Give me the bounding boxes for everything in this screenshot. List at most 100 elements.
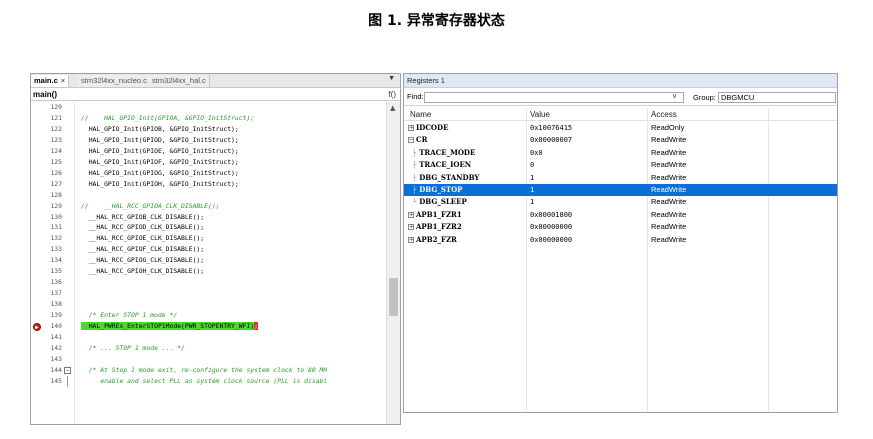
header-value[interactable]: Value <box>530 108 550 121</box>
code-content: __HAL_RCC_GPIOH_CLK_DISABLE(); <box>81 267 205 276</box>
code-line[interactable]: 141 <box>31 332 387 343</box>
code-line[interactable]: 127 HAL_GPIO_Init(GPIOH, &GPIO_InitStruc… <box>31 179 387 190</box>
code-line[interactable]: 137 <box>31 288 387 299</box>
code-line[interactable]: 120 <box>31 102 387 113</box>
register-name: + APB1_FZR2 <box>408 221 462 233</box>
line-number: 133 <box>50 245 62 254</box>
register-row[interactable]: + APB1_FZR2 0x00000000 ReadWrite <box>404 221 837 233</box>
code-text: __HAL_RCC_GPIOD_CLK_DISABLE(); <box>81 222 204 233</box>
code-line[interactable]: 136 <box>31 277 387 288</box>
code-content: // HAL_GPIO_Init(GPIOA, &GPIO_InitStruct… <box>81 113 255 122</box>
tab-label: main.c <box>34 76 58 85</box>
expand-icon[interactable]: + <box>408 224 414 231</box>
tab-label: stm32l4xx_nucleo.c <box>81 76 147 85</box>
register-name: ├ DBG_STANDBY <box>410 172 479 184</box>
register-row[interactable]: + APB2_FZR 0x00000000 ReadWrite <box>404 234 837 246</box>
code-line[interactable]: 133 __HAL_RCC_GPIOF_CLK_DISABLE(); <box>31 244 387 255</box>
chevron-down-icon[interactable]: ∨ <box>672 92 677 100</box>
code-line[interactable]: 131 __HAL_RCC_GPIOD_CLK_DISABLE(); <box>31 222 387 233</box>
code-line[interactable]: 125 HAL_GPIO_Init(GPIOF, &GPIO_InitStruc… <box>31 157 387 168</box>
function-selector[interactable]: main() f() <box>31 89 400 101</box>
header-access[interactable]: Access <box>651 108 677 121</box>
code-text: /* At Stop 1 mode exit, re-configure the… <box>81 365 328 376</box>
fold-guide <box>67 375 68 387</box>
code-line[interactable]: 143 <box>31 354 387 365</box>
header-name[interactable]: Name <box>410 108 431 121</box>
tab-stm32l4xx-nucleo-c[interactable]: stm32l4xx_nucleo.c <box>78 75 151 87</box>
register-access: ReadWrite <box>651 209 687 219</box>
chevron-down-icon[interactable]: ▼ <box>388 75 395 82</box>
register-label: DBG_STOP <box>419 185 463 194</box>
code-lines[interactable]: 120 121 // HAL_GPIO_Init(GPIOA, &GPIO_Init… <box>31 102 387 424</box>
code-text: __HAL_RCC_GPIOH_CLK_DISABLE(); <box>81 266 204 277</box>
register-value[interactable]: 0 <box>530 159 534 171</box>
close-icon[interactable]: × <box>61 76 65 85</box>
register-access: ReadOnly <box>651 123 685 132</box>
code-content: enable and select PLL as system clock so… <box>81 376 328 385</box>
line-number: 129 <box>50 201 62 210</box>
code-line[interactable]: 126 HAL_GPIO_Init(GPIOG, &GPIO_InitStruc… <box>31 168 387 179</box>
register-value[interactable]: 1 <box>530 196 534 208</box>
code-line[interactable]: 135 __HAL_RCC_GPIOH_CLK_DISABLE(); <box>31 266 387 277</box>
fold-toggle-icon[interactable]: − <box>64 366 71 374</box>
code-line[interactable]: 139 /* Enter STOP 1 mode */ <box>31 310 387 321</box>
line-number: 134 <box>50 256 62 265</box>
register-value[interactable]: 1 <box>530 172 534 184</box>
code-line[interactable]: 123 HAL_GPIO_Init(GPIOD, &GPIO_InitStruc… <box>31 135 387 146</box>
code-line[interactable]: 121 // HAL_GPIO_Init(GPIOA, &GPIO_InitStr… <box>31 113 387 124</box>
function-name: main() <box>33 90 57 99</box>
expand-icon[interactable]: + <box>408 236 414 243</box>
code-line[interactable]: 122 HAL_GPIO_Init(GPIOB, &GPIO_InitStruc… <box>31 124 387 135</box>
collapse-icon[interactable]: − <box>408 137 414 144</box>
tab-label: stm32l4xx_hal.c <box>152 76 206 85</box>
text-cursor: ; <box>254 322 258 330</box>
register-row[interactable]: − CR 0x00000007 ReadWrite <box>404 134 837 146</box>
code-line[interactable]: 132 __HAL_RCC_GPIOE_CLK_DISABLE(); <box>31 233 387 244</box>
code-line[interactable]: 145 enable and select PLL as system cloc… <box>31 375 387 387</box>
register-value[interactable]: 0x00000007 <box>530 134 572 146</box>
register-value[interactable]: 0x00001800 <box>530 209 572 221</box>
register-access: ReadWrite <box>651 222 687 232</box>
code-line[interactable]: 129 // __HAL_RCC_GPIOA_CLK_DISABLE(); <box>31 201 387 212</box>
line-number: 122 <box>50 124 62 133</box>
register-row[interactable]: + APB1_FZR1 0x00001800 ReadWrite <box>404 209 837 221</box>
vertical-scrollbar[interactable]: ▲ <box>386 102 400 424</box>
find-input[interactable] <box>424 92 684 103</box>
register-row[interactable]: + IDCODE 0x10076415 ReadOnly <box>404 122 837 134</box>
expand-icon[interactable]: + <box>408 125 414 131</box>
register-row[interactable]: ├ DBG_STANDBY 1 ReadWrite <box>404 172 837 184</box>
register-row[interactable]: ├ TRACE_MODE 0x0 ReadWrite <box>404 147 837 159</box>
code-content: HAL_GPIO_Init(GPIOB, &GPIO_InitStruct); <box>81 124 239 133</box>
register-value[interactable]: 0x10076415 <box>530 122 572 134</box>
code-line[interactable]: 142 /* ... STOP 1 mode ... */ <box>31 343 387 354</box>
group-label: Group: <box>693 93 716 102</box>
code-line[interactable]: 130 __HAL_RCC_GPIOB_CLK_DISABLE(); <box>31 212 387 223</box>
code-line[interactable]: 124 HAL_GPIO_Init(GPIOE, &GPIO_InitStruc… <box>31 146 387 157</box>
code-text: // __HAL_RCC_GPIOA_CLK_DISABLE(); <box>81 201 220 212</box>
code-line[interactable]: ▶ 140 HAL_PWREx_EnterSTOP1Mode(PWR_STOPEN… <box>31 321 387 332</box>
register-row[interactable]: ├ DBG_STOP 1 ReadWrite <box>404 184 837 197</box>
code-line[interactable]: 128 <box>31 190 387 201</box>
code-editor[interactable]: main.c × stm32l4xx_nucleo.c stm32l4xx_hal… <box>30 73 401 425</box>
code-text: /* Enter STOP 1 mode */ <box>81 310 178 321</box>
register-value[interactable]: 1 <box>530 184 534 196</box>
group-input[interactable]: DBGMCU <box>718 92 836 103</box>
register-value[interactable]: 0x00000000 <box>530 221 572 233</box>
tab-main-c[interactable]: main.c × <box>31 75 70 87</box>
code-line[interactable]: 134 __HAL_RCC_GPIOG_CLK_DISABLE(); <box>31 255 387 266</box>
code-line[interactable]: 144− /* At Stop 1 mode exit, re-configur… <box>31 365 387 376</box>
line-number: 125 <box>50 157 62 166</box>
register-row[interactable]: └ DBG_SLEEP 1 ReadWrite <box>404 196 837 208</box>
scroll-up-icon[interactable]: ▲ <box>390 104 395 112</box>
expand-icon[interactable]: + <box>408 211 414 218</box>
code-line[interactable]: 138 <box>31 299 387 310</box>
register-value[interactable]: 0x0 <box>530 147 543 159</box>
tree-branch-icon: ├ <box>412 161 417 170</box>
tab-stm32l4xx-hal-c[interactable]: stm32l4xx_hal.c <box>149 75 210 87</box>
register-row[interactable]: ├ TRACE_IOEN 0 ReadWrite <box>404 159 837 171</box>
register-value[interactable]: 0x00000000 <box>530 234 572 246</box>
scrollbar-thumb[interactable] <box>389 278 398 316</box>
function-icon[interactable]: f() <box>388 89 396 101</box>
code-text: HAL_GPIO_Init(GPIOH, &GPIO_InitStruct); <box>81 179 239 190</box>
code-text: HAL_PWREx_EnterSTOP1Mode(PWR_STOPENTRY_W… <box>81 321 258 332</box>
